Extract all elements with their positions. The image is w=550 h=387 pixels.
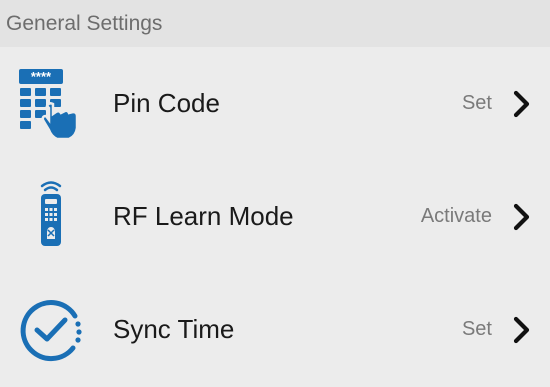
rf-remote-icon — [6, 172, 96, 262]
settings-row-rf-learn-mode[interactable]: RF Learn Mode Activate — [0, 160, 550, 273]
row-value: Set — [461, 318, 492, 340]
settings-row-pin-code[interactable]: **** Pin Code Set — [0, 47, 550, 160]
chevron-right-icon — [508, 90, 536, 118]
chevron-right-icon — [508, 203, 536, 231]
general-settings-screen: General Settings **** Pin Code Set RF Le… — [0, 0, 550, 387]
chevron-right-icon — [508, 316, 536, 344]
settings-list: **** Pin Code Set RF Learn Mode Activate… — [0, 47, 550, 386]
row-label: Pin Code — [113, 88, 220, 118]
pin-icon-text: **** — [31, 69, 52, 84]
row-label: Sync Time — [113, 314, 235, 344]
section-header: General Settings — [0, 0, 550, 47]
row-label: RF Learn Mode — [113, 201, 294, 231]
clock-sync-icon — [6, 285, 96, 375]
section-title: General Settings — [6, 11, 163, 35]
keypad-touch-icon: **** — [6, 59, 96, 149]
settings-row-sync-time[interactable]: Sync Time Set — [0, 273, 550, 386]
row-value: Set — [461, 92, 492, 114]
row-value: Activate — [420, 205, 492, 227]
